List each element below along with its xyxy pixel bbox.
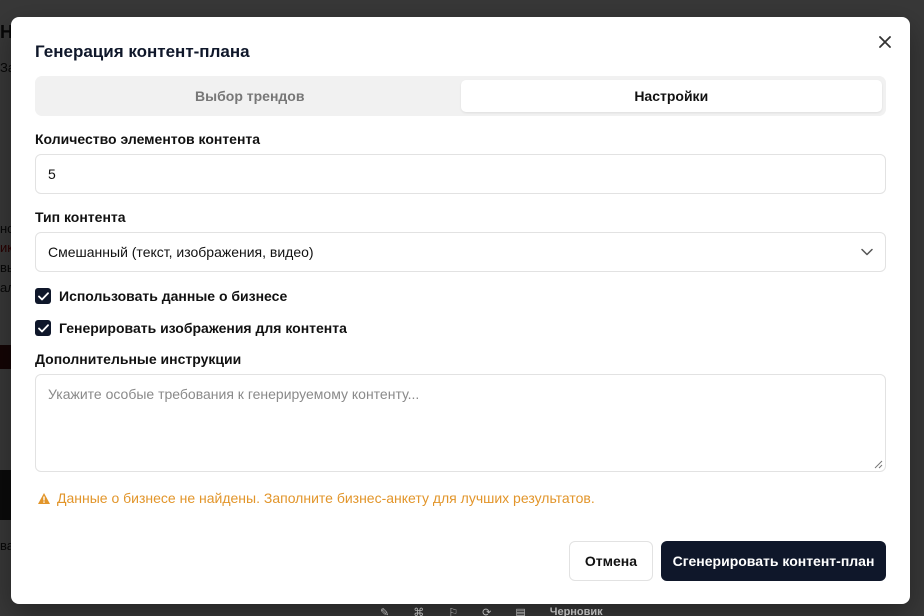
bg-toolbar-icon: ⟳ (482, 607, 492, 616)
content-count-label: Количество элементов контента (35, 131, 261, 147)
bg-toolbar: ✎ ⌘ ⚐ ⟳ ▤ Черновик (380, 606, 603, 616)
bg-toolbar-icon: ▤ (515, 607, 526, 616)
cancel-button[interactable]: Отмена (569, 541, 653, 581)
generate-images-option[interactable]: Генерировать изображения для контента (35, 320, 347, 336)
bg-toolbar-icon: ⚐ (448, 607, 459, 616)
warning-icon (38, 492, 50, 504)
bg-toolbar-icon: ⌘ (413, 607, 425, 616)
warning-text: Данные о бизнесе не найдены. Заполните б… (57, 490, 595, 506)
tab-list: Выбор трендов Настройки (35, 76, 886, 116)
close-button[interactable] (875, 32, 895, 52)
generate-images-label: Генерировать изображения для контента (59, 320, 347, 336)
check-icon (37, 323, 49, 332)
generate-images-checkbox[interactable] (35, 320, 51, 336)
dialog-title: Генерация контент-плана (35, 42, 250, 61)
instructions-placeholder: Укажите особые требования к генерируемом… (48, 386, 420, 402)
instructions-textarea[interactable]: Укажите особые требования к генерируемом… (35, 374, 886, 472)
bg-toolbar-icon: ✎ (380, 607, 390, 616)
use-business-data-checkbox[interactable] (35, 288, 51, 304)
tab-settings[interactable]: Настройки (460, 80, 882, 112)
content-count-input[interactable]: 5 (35, 154, 886, 194)
tab-trend-selection[interactable]: Выбор трендов (39, 80, 461, 112)
content-plan-dialog: Генерация контент-плана Выбор трендов На… (11, 17, 910, 604)
resize-handle-icon[interactable] (874, 460, 883, 469)
chevron-down-icon (861, 248, 873, 256)
use-business-data-label: Использовать данные о бизнесе (59, 288, 288, 304)
content-type-value: Смешанный (текст, изображения, видео) (48, 244, 314, 260)
content-type-select[interactable]: Смешанный (текст, изображения, видео) (35, 232, 886, 272)
close-icon (879, 36, 891, 48)
content-count-value: 5 (48, 166, 56, 182)
bg-status-label: Черновик (549, 606, 603, 616)
business-data-warning: Данные о бизнесе не найдены. Заполните б… (37, 490, 595, 506)
use-business-data-option[interactable]: Использовать данные о бизнесе (35, 288, 287, 304)
generate-content-plan-button[interactable]: Сгенерировать контент-план (661, 541, 886, 581)
instructions-label: Дополнительные инструкции (35, 351, 242, 367)
check-icon (37, 291, 49, 300)
content-type-label: Тип контента (35, 209, 126, 225)
